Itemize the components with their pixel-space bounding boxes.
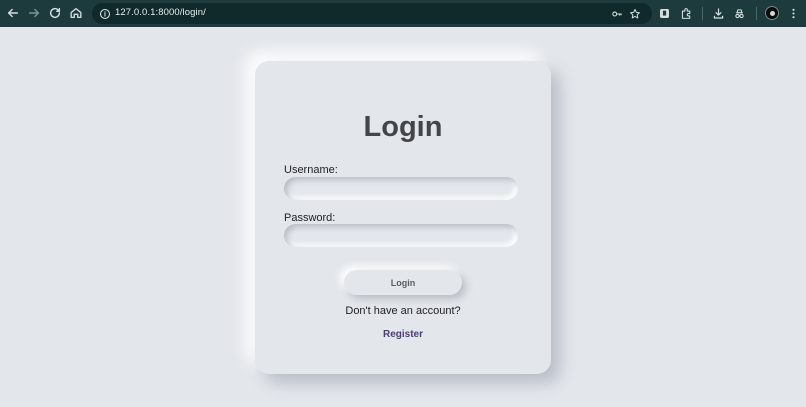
password-input[interactable]: [284, 224, 518, 247]
login-button[interactable]: Login: [344, 270, 462, 295]
username-label: Username:: [284, 164, 338, 176]
reload-icon[interactable]: [46, 4, 64, 22]
url-text[interactable]: 127.0.0.1:8000/login/: [115, 7, 206, 18]
incognito-icon[interactable]: [731, 5, 747, 21]
address-bar[interactable]: 127.0.0.1:8000/login/: [92, 3, 652, 24]
menu-dots-icon[interactable]: [785, 5, 801, 21]
login-card: Login Username: Password: Login Don't ha…: [255, 61, 551, 374]
back-icon[interactable]: [4, 4, 22, 22]
password-label: Password:: [284, 212, 336, 224]
toolbar-divider: [756, 7, 757, 20]
forward-icon[interactable]: [25, 4, 43, 22]
username-input[interactable]: [284, 177, 518, 200]
bookmark-star-icon[interactable]: [627, 6, 642, 21]
download-icon[interactable]: [710, 5, 726, 21]
extensions-puzzle-icon[interactable]: [678, 5, 694, 21]
password-key-icon[interactable]: [609, 6, 624, 21]
page-title: Login: [363, 111, 443, 143]
profile-avatar[interactable]: [765, 6, 779, 20]
register-link[interactable]: Register: [255, 329, 551, 340]
no-account-text: Don't have an account?: [345, 305, 461, 317]
toolbar-divider: [702, 7, 703, 20]
site-info-icon[interactable]: [97, 6, 112, 21]
browser-toolbar: 127.0.0.1:8000/login/: [0, 0, 806, 27]
extension-icon[interactable]: [656, 5, 672, 21]
home-icon[interactable]: [67, 4, 85, 22]
